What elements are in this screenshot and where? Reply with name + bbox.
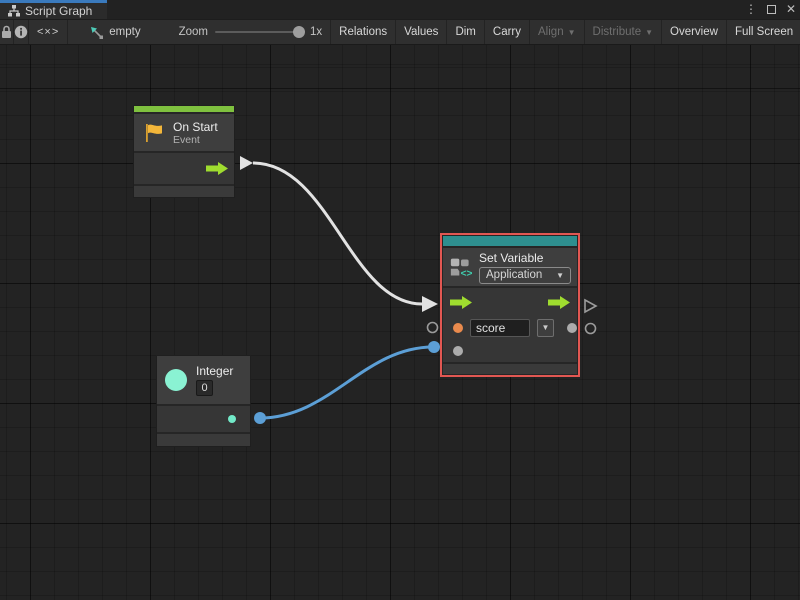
name-in-port[interactable] bbox=[453, 323, 463, 333]
value-in-port[interactable] bbox=[453, 346, 463, 356]
script-graph-window: Script Graph ⋮ ✕ <×> bbox=[0, 0, 800, 600]
flow-edge[interactable] bbox=[253, 163, 422, 304]
variable-picker-dropdown[interactable]: ▼ bbox=[537, 319, 554, 337]
node-title: Integer bbox=[196, 364, 233, 378]
distribute-dropdown[interactable]: Distribute▼ bbox=[584, 20, 662, 44]
flow-out-port[interactable] bbox=[548, 296, 570, 309]
toolbar-buttons: Relations Values Dim Carry Align▼ Distri… bbox=[330, 20, 800, 44]
node-on-start[interactable]: On Start Event bbox=[133, 105, 235, 198]
values-button[interactable]: Values bbox=[395, 20, 446, 44]
node-header[interactable]: <> Set Variable Application ▼ bbox=[443, 248, 577, 286]
selection-outline: <> Set Variable Application ▼ bbox=[440, 233, 580, 377]
edge-start-arrow[interactable] bbox=[240, 156, 253, 170]
graph-asset-label: empty bbox=[109, 26, 140, 38]
flow-out-connector[interactable] bbox=[583, 298, 598, 314]
name-port-row: ▼ bbox=[443, 314, 577, 341]
edge-end-arrow[interactable] bbox=[422, 296, 438, 312]
info-button[interactable] bbox=[14, 20, 29, 44]
flow-out-port[interactable] bbox=[206, 162, 228, 175]
chevron-down-icon: ▼ bbox=[645, 28, 653, 37]
tab-title: Script Graph bbox=[25, 4, 92, 18]
kebab-menu-icon[interactable]: ⋮ bbox=[745, 0, 757, 19]
graph-icon bbox=[8, 5, 20, 17]
titlebar: Script Graph ⋮ ✕ bbox=[0, 0, 800, 19]
graph-canvas[interactable]: On Start Event <> bbox=[0, 45, 800, 600]
node-footer bbox=[157, 434, 250, 446]
carry-button[interactable]: Carry bbox=[484, 20, 529, 44]
zoom-label: Zoom bbox=[179, 26, 208, 38]
value-edge-start-dot[interactable] bbox=[254, 412, 266, 424]
zoom-control: Zoom 1x bbox=[171, 20, 331, 44]
zoom-slider[interactable] bbox=[215, 31, 303, 33]
lock-button[interactable] bbox=[0, 20, 14, 44]
node-title: Set Variable bbox=[479, 251, 571, 265]
chevron-down-icon: ▼ bbox=[556, 271, 564, 280]
info-icon bbox=[14, 25, 28, 39]
flag-icon bbox=[143, 122, 163, 144]
scope-label: Application bbox=[486, 269, 542, 281]
tab-script-graph[interactable]: Script Graph bbox=[0, 0, 107, 19]
value-out-port[interactable] bbox=[567, 323, 577, 333]
node-footer bbox=[443, 364, 577, 374]
graph-asset-chip[interactable]: empty bbox=[82, 20, 148, 44]
node-subtitle: Event bbox=[173, 134, 218, 146]
flow-port-row bbox=[443, 291, 577, 314]
fullscreen-button[interactable]: Full Screen bbox=[726, 20, 800, 44]
node-header[interactable]: On Start Event bbox=[134, 114, 234, 151]
overview-button[interactable]: Overview bbox=[661, 20, 726, 44]
name-in-connector[interactable] bbox=[426, 321, 439, 334]
graph-toolbar: <×> empty Zoom 1x Relations Values Dim C… bbox=[0, 19, 800, 45]
code-preview-button[interactable]: <×> bbox=[29, 20, 68, 44]
relations-button[interactable]: Relations bbox=[330, 20, 395, 44]
node-footer bbox=[134, 186, 234, 197]
node-header[interactable]: Integer 0 bbox=[157, 356, 250, 404]
svg-text:<>: <> bbox=[461, 268, 472, 279]
node-body bbox=[134, 153, 234, 184]
node-title: On Start bbox=[173, 120, 218, 134]
value-out-connector[interactable] bbox=[584, 322, 597, 335]
node-body bbox=[157, 406, 250, 432]
zoom-value: 1x bbox=[310, 26, 322, 38]
flow-in-port[interactable] bbox=[450, 296, 472, 309]
node-set-variable[interactable]: <> Set Variable Application ▼ bbox=[443, 236, 577, 374]
edge-layer bbox=[0, 45, 800, 600]
value-out-port[interactable] bbox=[228, 415, 236, 423]
close-icon[interactable]: ✕ bbox=[786, 0, 796, 19]
integer-value-field[interactable]: 0 bbox=[196, 380, 213, 396]
chevron-down-icon: ▼ bbox=[568, 28, 576, 37]
node-accent-strip bbox=[443, 236, 577, 246]
graph-asset-icon bbox=[90, 26, 104, 39]
value-edge-end-dot[interactable] bbox=[428, 341, 440, 353]
node-accent-strip bbox=[134, 106, 234, 112]
node-body: ▼ bbox=[443, 288, 577, 362]
align-dropdown[interactable]: Align▼ bbox=[529, 20, 584, 44]
dim-button[interactable]: Dim bbox=[446, 20, 483, 44]
variable-scope-dropdown[interactable]: Application ▼ bbox=[479, 267, 571, 284]
variable-name-input[interactable] bbox=[470, 319, 530, 337]
value-edge[interactable] bbox=[260, 347, 433, 418]
lock-icon bbox=[0, 25, 13, 39]
variables-icon: <> bbox=[450, 256, 472, 279]
window-controls: ⋮ ✕ bbox=[745, 0, 796, 19]
maximize-icon[interactable] bbox=[767, 5, 776, 14]
zoom-slider-handle[interactable] bbox=[293, 26, 305, 38]
integer-type-icon bbox=[165, 369, 187, 391]
value-port-row bbox=[443, 341, 577, 361]
node-integer[interactable]: Integer 0 bbox=[156, 355, 251, 447]
